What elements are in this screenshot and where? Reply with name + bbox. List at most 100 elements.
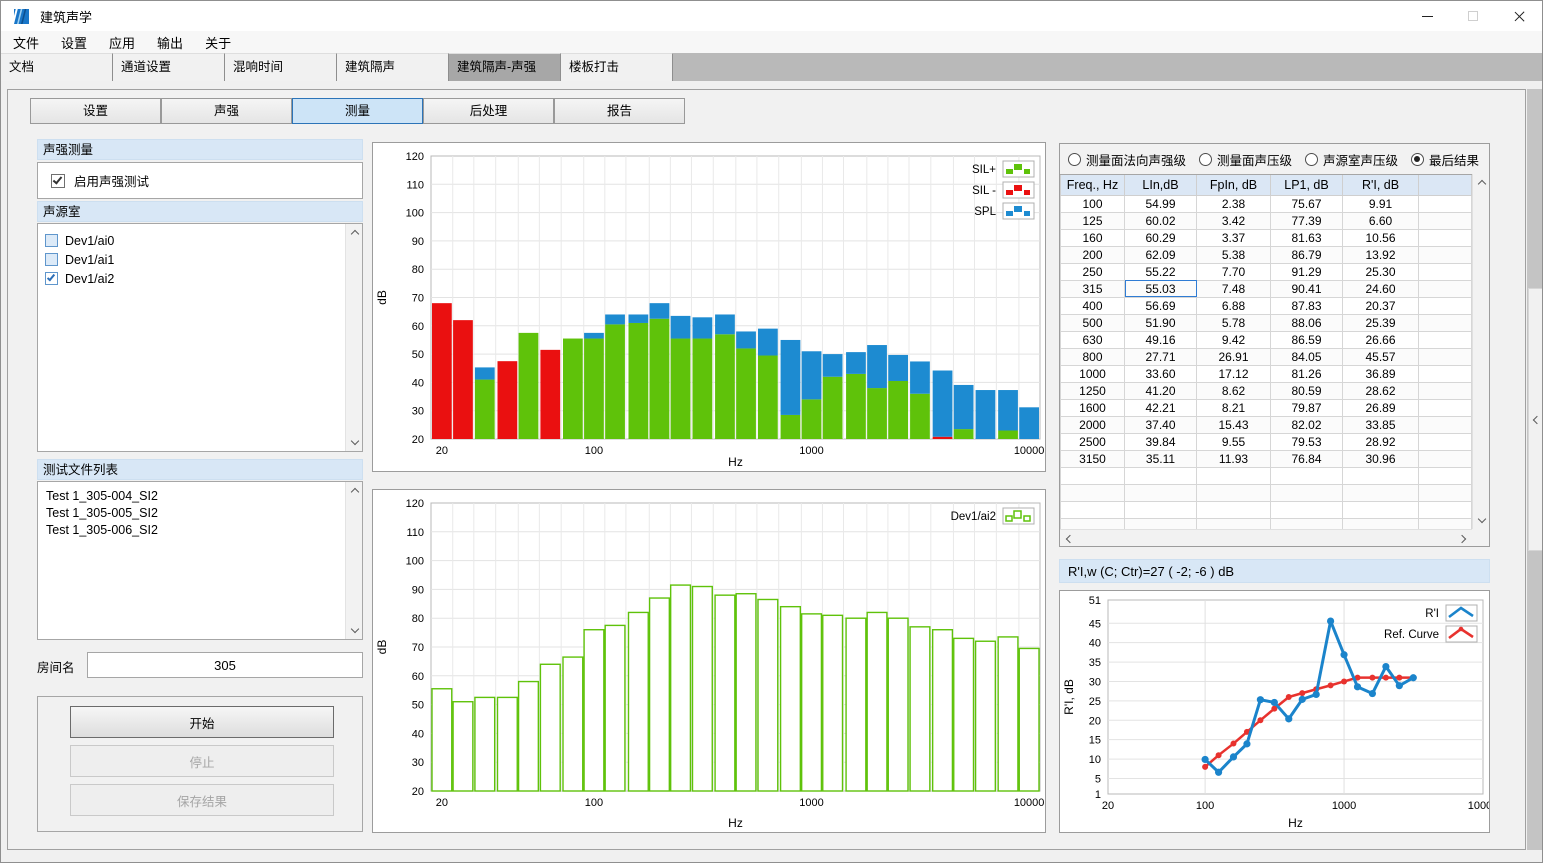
table-cell[interactable]: 75.67 [1271,195,1343,212]
table-cell[interactable]: 36.89 [1343,365,1419,382]
table-cell[interactable]: 62.09 [1125,246,1197,263]
table-cell[interactable]: 13.92 [1343,246,1419,263]
table-cell[interactable]: 81.26 [1271,365,1343,382]
table-cell[interactable]: 9.91 [1343,195,1419,212]
table-cell[interactable] [1419,501,1472,518]
subtab-4[interactable]: 报告 [554,98,685,124]
table-cell[interactable]: 51.90 [1125,314,1197,331]
table-cell[interactable]: 25.30 [1343,263,1419,280]
table-cell[interactable]: 315 [1061,280,1125,297]
table-cell[interactable]: 60.02 [1125,212,1197,229]
table-cell[interactable] [1419,399,1472,416]
table-cell[interactable] [1197,484,1271,501]
channel-item-1[interactable]: Dev1/ai1 [38,250,362,269]
table-cell[interactable] [1419,416,1472,433]
table-cell[interactable]: 500 [1061,314,1125,331]
table-cell[interactable] [1271,467,1343,484]
channel-item-2[interactable]: Dev1/ai2 [38,269,362,288]
scroll-right-button[interactable] [1455,530,1472,547]
room-name-input[interactable] [87,652,363,678]
table-cell[interactable]: 27.71 [1125,348,1197,365]
table-cell[interactable] [1419,331,1472,348]
table-cell[interactable] [1343,484,1419,501]
table-cell[interactable]: 1000 [1061,365,1125,382]
table-cell[interactable] [1419,263,1472,280]
subtab-1[interactable]: 声强 [161,98,292,124]
table-cell[interactable]: 5.78 [1197,314,1271,331]
menu-item-3[interactable]: 输出 [157,33,183,52]
table-cell[interactable] [1419,229,1472,246]
table-cell[interactable]: 81.63 [1271,229,1343,246]
table-cell[interactable] [1419,297,1472,314]
table-cell[interactable] [1343,501,1419,518]
table-cell[interactable]: 90.41 [1271,280,1343,297]
table-cell[interactable]: 400 [1061,297,1125,314]
table-cell[interactable]: 2500 [1061,433,1125,450]
table-cell[interactable]: 7.48 [1197,280,1271,297]
tab-4[interactable]: 建筑隔声-声强 [449,53,561,81]
table-cell[interactable] [1197,501,1271,518]
enable-intensity-checkbox[interactable] [51,174,65,188]
table-cell[interactable]: 9.42 [1197,331,1271,348]
subtab-0[interactable]: 设置 [30,98,161,124]
table-cell[interactable]: 79.53 [1271,433,1343,450]
table-cell[interactable]: 200 [1061,246,1125,263]
table-cell[interactable] [1343,518,1419,529]
table-cell[interactable]: 3.37 [1197,229,1271,246]
table-cell[interactable] [1343,467,1419,484]
table-cell[interactable] [1197,518,1271,529]
table-cell[interactable] [1419,450,1472,467]
table-cell[interactable]: 82.02 [1271,416,1343,433]
file-item-2[interactable]: Test 1_305-006_SI2 [38,522,362,539]
table-cell[interactable]: 1250 [1061,382,1125,399]
table-cell[interactable] [1419,195,1472,212]
table-cell[interactable]: 87.83 [1271,297,1343,314]
table-cell[interactable]: 37.40 [1125,416,1197,433]
minimize-button[interactable] [1404,1,1450,31]
table-cell[interactable]: 30.96 [1343,450,1419,467]
table-cell[interactable]: 49.16 [1125,331,1197,348]
table-cell[interactable]: 26.66 [1343,331,1419,348]
table-cell[interactable]: 3.42 [1197,212,1271,229]
file-list-scrollbar[interactable] [345,482,362,639]
scroll-down-button[interactable] [1473,512,1490,529]
table-cell[interactable]: 20.37 [1343,297,1419,314]
table-cell[interactable]: 42.21 [1125,399,1197,416]
table-cell[interactable]: 160 [1061,229,1125,246]
table-cell[interactable] [1061,501,1125,518]
table-cell[interactable] [1125,501,1197,518]
table-cell[interactable] [1419,467,1472,484]
table-vertical-scrollbar[interactable] [1472,174,1489,529]
table-cell[interactable] [1419,518,1472,529]
table-cell[interactable] [1419,246,1472,263]
radio-option-3[interactable]: 最后结果 [1411,150,1479,169]
table-cell[interactable]: 28.92 [1343,433,1419,450]
channel-item-0[interactable]: Dev1/ai0 [38,231,362,250]
table-cell[interactable] [1419,433,1472,450]
table-cell[interactable] [1197,467,1271,484]
table-cell[interactable]: 25.39 [1343,314,1419,331]
table-cell[interactable]: 45.57 [1343,348,1419,365]
table-cell[interactable]: 7.70 [1197,263,1271,280]
scroll-up-button[interactable] [1473,174,1490,191]
table-cell[interactable]: 91.29 [1271,263,1343,280]
table-cell[interactable]: 800 [1061,348,1125,365]
table-cell[interactable]: 11.93 [1197,450,1271,467]
table-cell[interactable] [1419,212,1472,229]
table-horizontal-scrollbar[interactable] [1060,529,1472,546]
menu-item-0[interactable]: 文件 [13,33,39,52]
table-cell[interactable] [1419,280,1472,297]
table-cell[interactable]: 10.56 [1343,229,1419,246]
file-item-1[interactable]: Test 1_305-005_SI2 [38,505,362,522]
table-cell[interactable]: 55.03 [1125,280,1197,297]
table-cell[interactable]: 630 [1061,331,1125,348]
table-cell[interactable]: 54.99 [1125,195,1197,212]
table-cell[interactable] [1419,484,1472,501]
table-cell[interactable]: 15.43 [1197,416,1271,433]
save-results-button[interactable]: 保存结果 [70,784,334,816]
tab-3[interactable]: 建筑隔声 [337,53,449,81]
channel-checkbox[interactable] [45,272,58,285]
table-cell[interactable]: 3150 [1061,450,1125,467]
table-cell[interactable]: 8.21 [1197,399,1271,416]
table-cell[interactable]: 5.38 [1197,246,1271,263]
